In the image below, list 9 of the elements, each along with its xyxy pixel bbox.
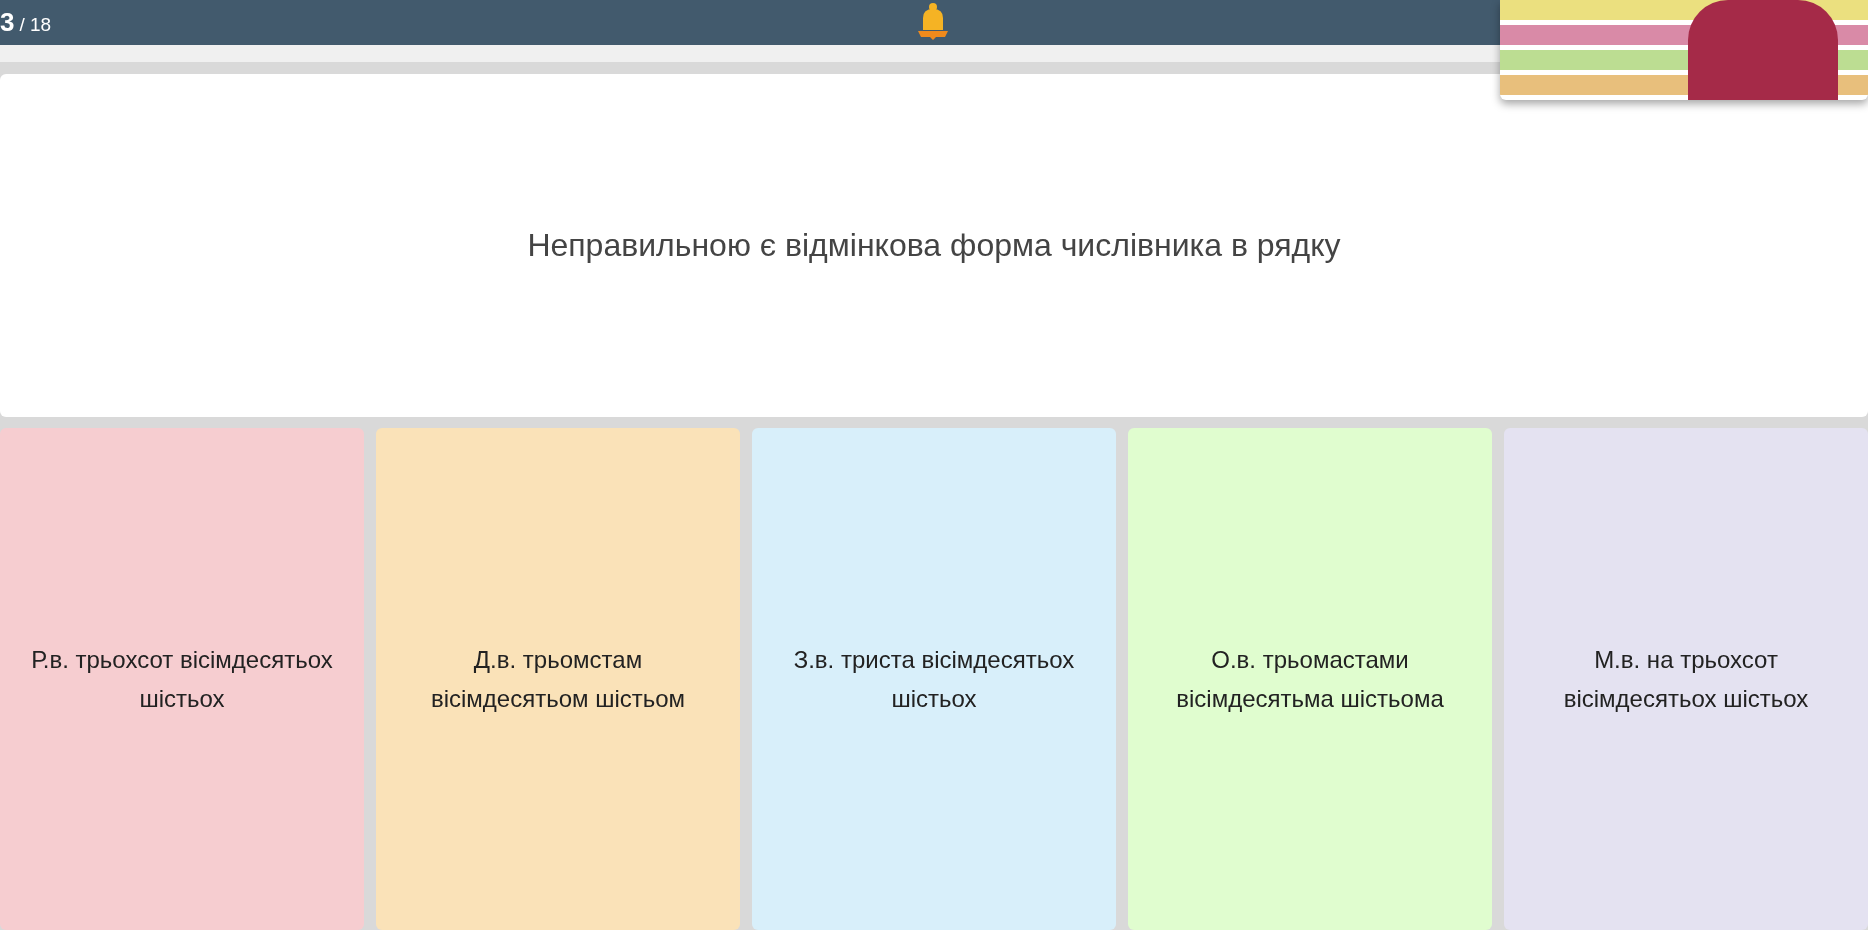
answer-option[interactable]: Д.в. трьомстам вісімдесятьом шістьом [376, 428, 740, 930]
question-total: / 18 [19, 14, 52, 36]
answer-option[interactable]: Р.в. трьохсот вісімдесятьох шістьох [0, 428, 364, 930]
answer-option[interactable]: З.в. триста вісімдесятьох шістьох [752, 428, 1116, 930]
bell-icon[interactable] [915, 2, 951, 42]
answer-option[interactable]: М.в. на трьохсот вісімдесятьох шістьох [1504, 428, 1868, 930]
question-text: Неправильною є відмінкова форма числівника в рядку [527, 227, 1341, 264]
answer-option[interactable]: О.в. трьомастами вісімдесятьма шістьома [1128, 428, 1492, 930]
question-number: 3 [0, 7, 15, 38]
